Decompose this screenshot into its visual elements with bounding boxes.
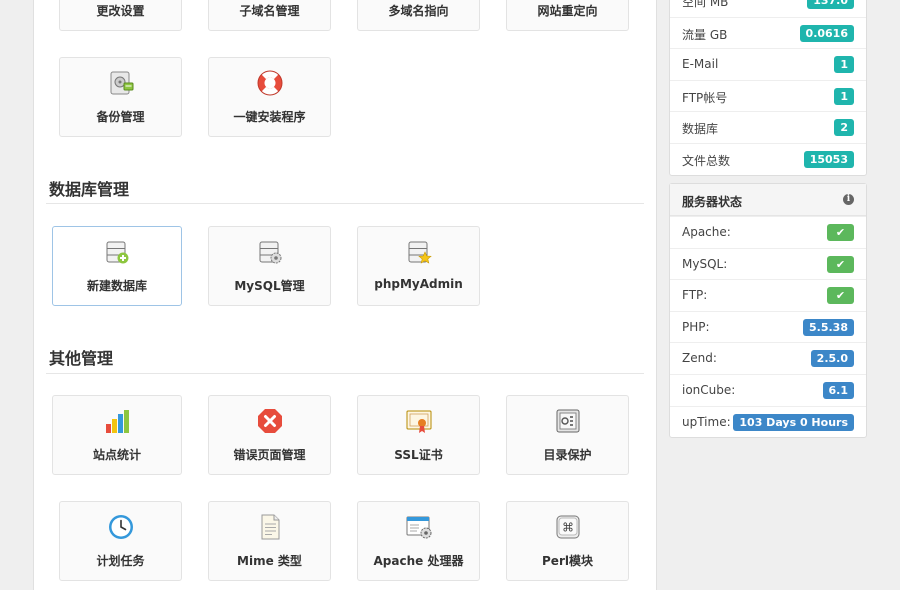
stat-value: 0.0616	[799, 24, 854, 42]
certificate-icon	[406, 410, 431, 433]
status-row-uptime: upTime: 103 Days 0 Hours	[670, 405, 866, 438]
tile-dir-protect[interactable]: 目录保护	[506, 395, 629, 475]
check-icon: ✔	[827, 224, 854, 241]
tile-one-click-install[interactable]: 一键安装程序	[208, 57, 331, 137]
tile-site-stats[interactable]: 站点统计	[52, 395, 182, 475]
server-status-header: 服务器状态 i	[670, 184, 866, 216]
db-add-icon	[106, 241, 129, 264]
tile-label: Mime 类型	[237, 554, 302, 568]
tile-redirect[interactable]: 网站重定向	[506, 0, 629, 31]
safe-icon	[556, 409, 579, 433]
window-gear-icon	[406, 516, 431, 539]
section-divider	[46, 373, 644, 374]
tile-label: 站点统计	[92, 448, 141, 462]
tile-label: 新建数据库	[86, 279, 147, 293]
tile-label: 错误页面管理	[233, 448, 306, 462]
tile-ssl[interactable]: SSL证书	[357, 395, 480, 475]
tile-label: Perl模块	[542, 554, 593, 568]
lifebuoy-icon	[257, 70, 282, 96]
db-section-title: 数据库管理	[49, 180, 130, 199]
status-row-zend: Zend: 2.5.0	[670, 342, 866, 374]
db-gear-icon	[259, 241, 281, 264]
uptime-badge: 103 Days 0 Hours	[733, 413, 854, 431]
server-status-title: 服务器状态	[682, 195, 743, 209]
tile-label: phpMyAdmin	[374, 277, 463, 291]
server-status-panel: 服务器状态 i Apache: ✔ MySQL: ✔ FTP: ✔ PHP: 5.5.3…	[669, 183, 867, 439]
bar-chart-icon	[106, 410, 129, 433]
tile-error-pages[interactable]: 错误页面管理	[208, 395, 331, 475]
stat-row-disk: 空间 MB 137.0	[670, 0, 866, 17]
check-icon: ✔	[827, 255, 854, 273]
stat-row-email: E-Mail 1	[670, 48, 866, 80]
tile-label: Apache 处理器	[373, 554, 464, 568]
tile-label: 多域名指向	[388, 4, 449, 18]
version-badge: 5.5.38	[803, 318, 854, 336]
status-row-apache: Apache: ✔	[670, 216, 866, 248]
tile-phpmyadmin[interactable]: phpMyAdmin	[357, 226, 480, 306]
tile-label: MySQL管理	[234, 279, 305, 293]
stat-value: 1	[834, 87, 854, 105]
account-stats-panel: 空间 MB 137.0 流量 GB 0.0616 E-Mail 1 FTP帐号 1 数据…	[669, 0, 867, 176]
status-row-ioncube: ionCube: 6.1	[670, 373, 866, 406]
tile-apache-handlers[interactable]: Apache 处理器	[357, 501, 480, 581]
tile-label: 更改设置	[96, 4, 145, 18]
version-badge: 6.1	[822, 381, 854, 399]
document-icon	[261, 514, 279, 540]
status-row-ftp: FTP: ✔	[670, 279, 866, 311]
tile-backup[interactable]: 备份管理	[59, 57, 182, 137]
section-divider	[46, 203, 644, 204]
stat-row-ftp: FTP帐号 1	[670, 79, 866, 112]
tile-multi-domain[interactable]: 多域名指向	[357, 0, 480, 31]
clock-icon	[108, 515, 133, 539]
tile-change-settings[interactable]: 更改设置	[59, 0, 182, 31]
backup-icon	[110, 71, 133, 95]
tile-new-database[interactable]: 新建数据库	[52, 226, 182, 306]
stat-value: 2	[834, 119, 854, 137]
svg-text:⌘: ⌘	[562, 521, 574, 535]
stat-value: 15053	[803, 150, 854, 168]
stat-row-traffic: 流量 GB 0.0616	[670, 16, 866, 49]
tile-label: 一键安装程序	[233, 110, 306, 124]
command-key-icon: ⌘	[556, 515, 579, 539]
tile-label: 子域名管理	[239, 4, 300, 18]
tile-mime[interactable]: Mime 类型	[208, 501, 331, 581]
stat-row-files: 文件总数 15053	[670, 142, 866, 175]
info-icon[interactable]: i	[843, 194, 854, 205]
tile-label: 目录保护	[543, 448, 592, 462]
tile-label: 计划任务	[96, 554, 145, 568]
tile-label: SSL证书	[394, 448, 443, 462]
error-icon	[257, 409, 282, 433]
tile-cron[interactable]: 计划任务	[59, 501, 182, 581]
stat-row-db: 数据库 2	[670, 111, 866, 143]
tile-mysql-manage[interactable]: MySQL管理	[208, 226, 331, 306]
tile-label: 备份管理	[96, 110, 145, 124]
status-row-php: PHP: 5.5.38	[670, 310, 866, 343]
tile-label: 网站重定向	[537, 4, 598, 18]
check-icon: ✔	[827, 287, 854, 305]
stat-value: 1	[834, 56, 854, 74]
other-section-title: 其他管理	[49, 349, 114, 368]
tile-perl-modules[interactable]: ⌘ Perl模块	[506, 501, 629, 581]
main-content: 更改设置 子域名管理 多域名指向 网站重定向 备份管理 一键安装程序 数据库管理	[33, 0, 657, 590]
tile-subdomain[interactable]: 子域名管理	[208, 0, 331, 31]
version-badge: 2.5.0	[810, 350, 854, 368]
db-star-icon	[408, 241, 432, 264]
stat-value: 137.0	[807, 0, 854, 9]
status-row-mysql: MySQL: ✔	[670, 247, 866, 280]
